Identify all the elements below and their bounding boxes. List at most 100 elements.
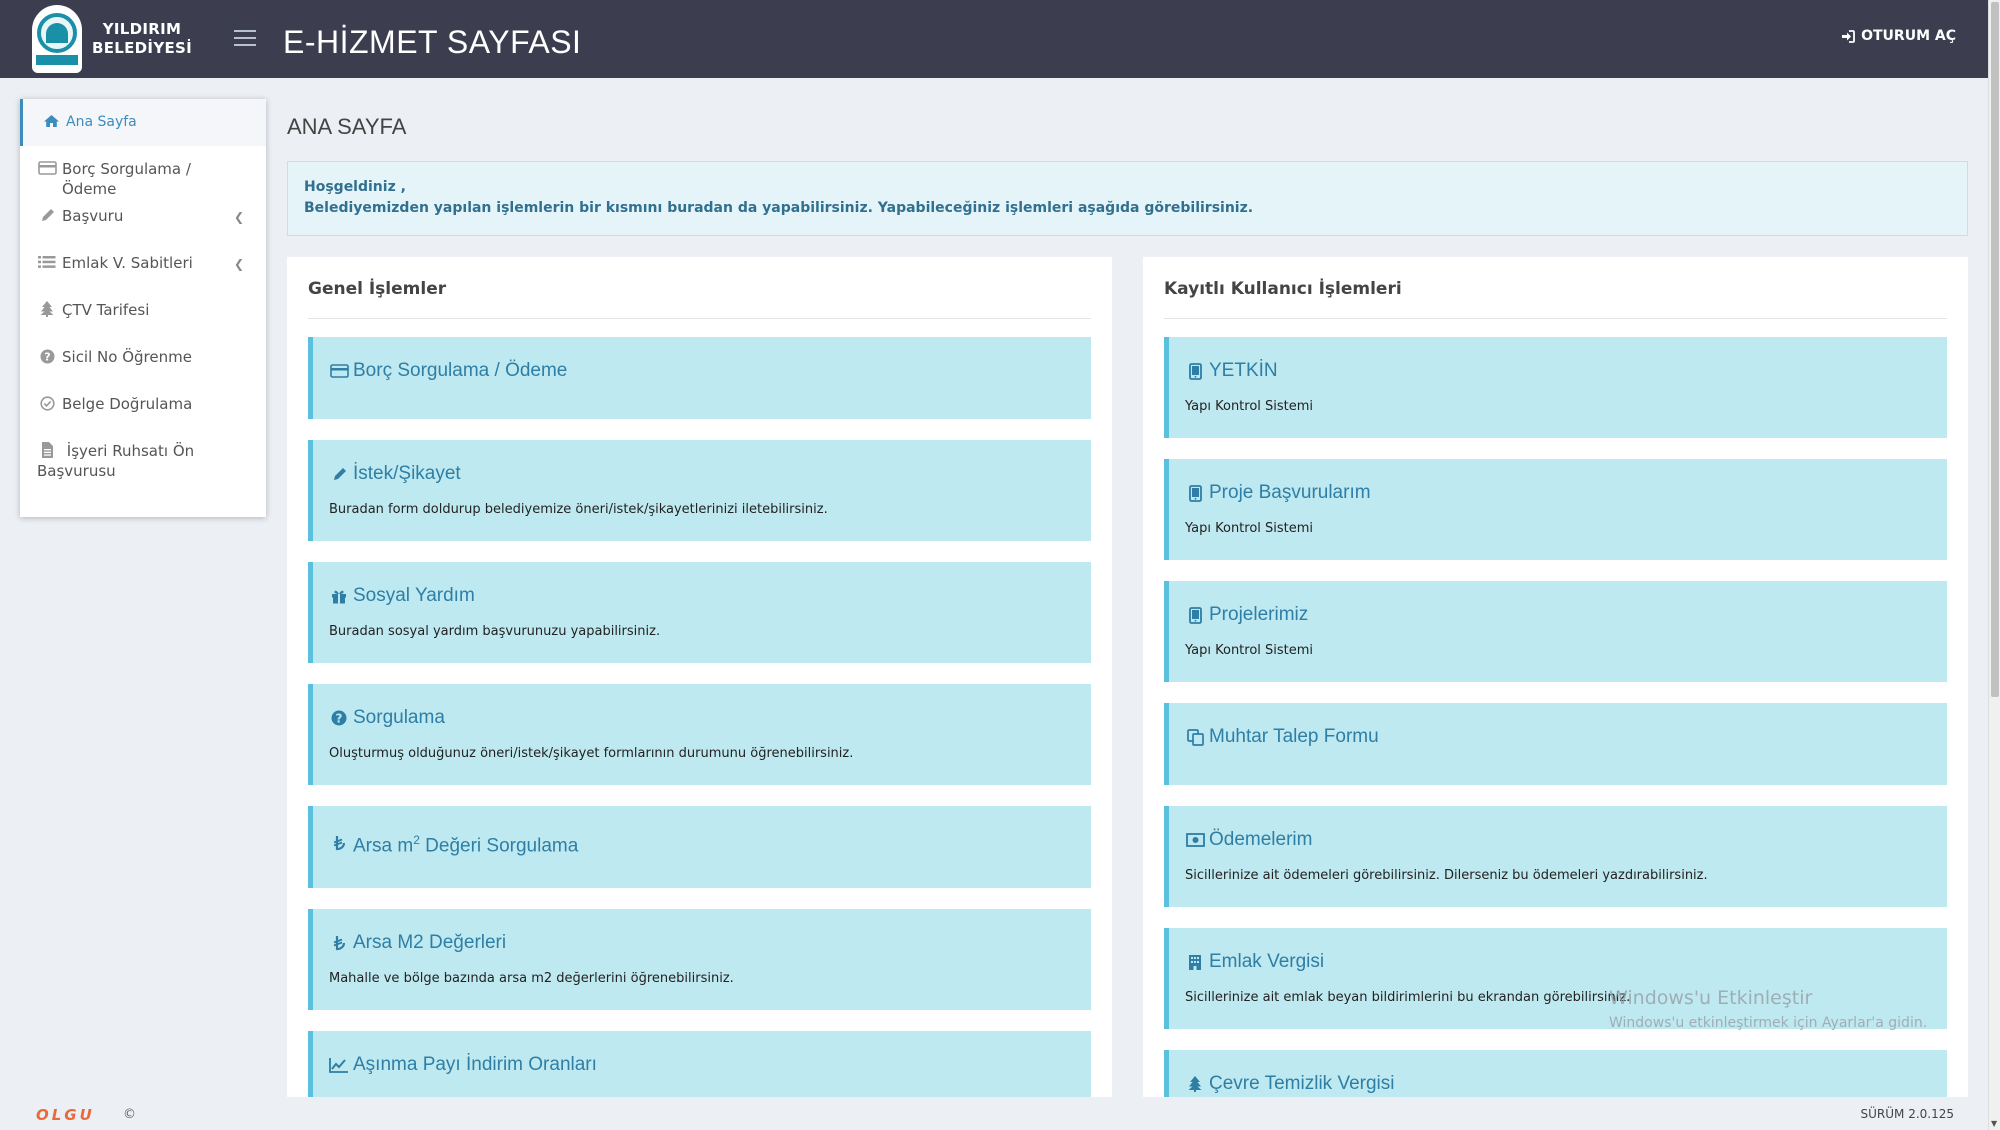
welcome-message: Belediyemizden yapılan işlemlerin bir kı… [304,200,1254,216]
card-sosyal-yardim[interactable]: Sosyal Yardım Buradan sosyal yardım başv… [308,562,1091,663]
login-label: OTURUM AÇ [1861,28,1956,44]
card-description: Buradan form doldurup belediyemize öneri… [329,502,828,517]
card-title: Arsa M2 Değerleri [353,932,507,953]
copyright-symbol: © [123,1107,136,1122]
logo-line-2: BELEDİYESİ [92,39,193,57]
sidebar-item-label: Başvuru [62,207,124,225]
card-title: İstek/Şikayet [353,463,461,484]
card-proje-basvurularim[interactable]: Proje Başvurularım Yapı Kontrol Sistemi [1164,459,1947,560]
card-title: Aşınma Payı İndirim Oranları [353,1054,597,1075]
card-sorgulama[interactable]: ? Sorgulama Oluşturmuş olduğunuz öneri/i… [308,684,1091,785]
card-emlak-vergisi[interactable]: Emlak Vergisi Sicillerinize ait emlak be… [1164,928,1947,1029]
municipality-emblem-icon [32,5,82,73]
sidebar-item-label: Emlak V. Sabitleri [62,254,193,272]
card-title-prefix: Arsa m [353,835,414,857]
tablet-icon [1185,605,1205,625]
registered-user-panel: Kayıtlı Kullanıcı İşlemleri YETKİN Yapı … [1143,257,1968,1097]
card-title: Muhtar Talep Formu [1209,726,1379,747]
card-title-sup: 2 [413,833,420,847]
card-title: Sosyal Yardım [353,585,475,606]
logo-line-1: YILDIRIM [102,20,182,38]
card-description: Yapı Kontrol Sistemi [1185,399,1314,414]
sidebar-item-ana-sayfa[interactable]: Ana Sayfa [20,99,266,146]
credit-card-icon [329,361,349,381]
chevron-left-icon: ❮ [233,210,244,224]
sidebar-item-label: İşyeri Ruhsatı Ön Başvurusu [37,442,195,480]
file-icon [37,441,57,459]
card-description: Sicillerinize ait emlak beyan bildirimle… [1185,990,1631,1005]
panel-title: Kayıtlı Kullanıcı İşlemleri [1164,257,1947,319]
card-description: Sicillerinize ait ödemeleri görebilirsin… [1185,868,1708,883]
card-title-suffix: Değeri Sorgulama [419,835,579,857]
page-footer: OLGU © SÜRÜM 2.0.125 [0,1097,1988,1130]
card-istek-sikayet[interactable]: İstek/Şikayet Buradan form doldurup bele… [308,440,1091,541]
municipality-logo[interactable]: YILDIRIM BELEDİYESİ [0,5,230,73]
top-header: YILDIRIM BELEDİYESİ E-HİZMET SAYFASI OTU… [0,0,1988,78]
svg-text:?: ? [336,711,343,725]
sidebar-item-borc-sorgulama[interactable]: Borç Sorgulama / Ödeme [20,146,266,198]
card-yetkin[interactable]: YETKİN Yapı Kontrol Sistemi [1164,337,1947,438]
tablet-icon [1185,361,1205,381]
sidebar-item-basvuru[interactable]: Başvuru ❮ [20,193,266,240]
sidebar-item-isyeri-ruhsati[interactable]: İşyeri Ruhsatı Ön Başvurusu [20,428,266,492]
money-icon [1185,830,1205,850]
card-title: YETKİN [1209,360,1278,381]
page-scrollbar[interactable]: ▼ [1988,0,2000,1130]
lira-icon [329,933,349,953]
credit-card-icon [37,159,57,177]
card-title: Proje Başvurularım [1209,482,1371,503]
logo-text: YILDIRIM BELEDİYESİ [92,20,192,58]
scroll-down-arrow-icon[interactable]: ▼ [1991,1119,1997,1128]
pencil-icon [329,464,349,484]
card-arsa-m2-degerleri[interactable]: Arsa M2 Değerleri Mahalle ve bölge bazın… [308,909,1091,1010]
card-asinma-payi[interactable]: Aşınma Payı İndirim Oranları [308,1031,1091,1097]
scrollbar-thumb[interactable] [1991,2,1999,697]
card-projelerimiz[interactable]: Projelerimiz Yapı Kontrol Sistemi [1164,581,1947,682]
login-button[interactable]: OTURUM AÇ [1841,28,1956,44]
page-title: ANA SAYFA [287,114,407,139]
card-description: Mahalle ve bölge bazında arsa m2 değerle… [329,971,734,986]
card-title: Sorgulama [353,707,445,728]
list-icon [37,253,57,271]
sidebar-menu: Ana Sayfa Borç Sorgulama / Ödeme Başvuru… [20,99,266,517]
app-title: E-HİZMET SAYFASI [283,24,582,60]
svg-text:?: ? [44,350,50,363]
card-description: Yapı Kontrol Sistemi [1185,521,1314,536]
menu-toggle-icon[interactable] [234,30,256,46]
sidebar-item-ctv-tarifesi[interactable]: ÇTV Tarifesi [20,287,266,334]
question-circle-icon: ? [37,347,57,365]
tree-icon [37,300,57,318]
card-odemelerim[interactable]: Ödemelerim Sicillerinize ait ödemeleri g… [1164,806,1947,907]
sidebar-item-sicil-no[interactable]: ? Sicil No Öğrenme [20,334,266,381]
sidebar-item-label: ÇTV Tarifesi [62,301,150,319]
welcome-greeting: Hoşgeldiniz , [304,179,406,195]
copy-icon [1185,727,1205,747]
vendor-logo[interactable]: OLGU [36,1106,95,1124]
card-title: Arsa m2 Değeri Sorgulama [353,828,578,858]
building-icon [1185,952,1205,972]
sidebar-item-emlak-sabitleri[interactable]: Emlak V. Sabitleri ❮ [20,240,266,287]
card-title: Projelerimiz [1209,604,1309,625]
sidebar-item-belge-dogrulama[interactable]: Belge Doğrulama [20,381,266,428]
chevron-left-icon: ❮ [233,257,244,271]
card-borc-sorgulama[interactable]: Borç Sorgulama / Ödeme [308,337,1091,419]
tree-icon [1185,1074,1205,1094]
card-description: Yapı Kontrol Sistemi [1185,643,1314,658]
home-icon [41,112,61,130]
panel-title: Genel İşlemler [308,257,1091,319]
welcome-callout: Hoşgeldiniz , Belediyemizden yapılan işl… [287,161,1968,236]
card-arsa-m2-degeri-sorgulama[interactable]: Arsa m2 Değeri Sorgulama [308,806,1091,888]
line-chart-icon [329,1055,349,1075]
sidebar-item-label: Sicil No Öğrenme [62,348,192,366]
sidebar-item-label: Ana Sayfa [66,114,137,130]
check-circle-icon [37,394,57,412]
card-title: Çevre Temizlik Vergisi [1209,1073,1395,1094]
tablet-icon [1185,483,1205,503]
question-circle-icon: ? [329,708,349,728]
version-label: SÜRÜM 2.0.125 [1860,1107,1955,1121]
card-cevre-temizlik-vergisi[interactable]: Çevre Temizlik Vergisi [1164,1050,1947,1097]
general-operations-panel: Genel İşlemler Borç Sorgulama / Ödeme İs… [287,257,1112,1097]
card-title: Ödemelerim [1209,829,1313,850]
card-muhtar-talep-formu[interactable]: Muhtar Talep Formu [1164,703,1947,785]
card-title: Borç Sorgulama / Ödeme [353,360,568,381]
